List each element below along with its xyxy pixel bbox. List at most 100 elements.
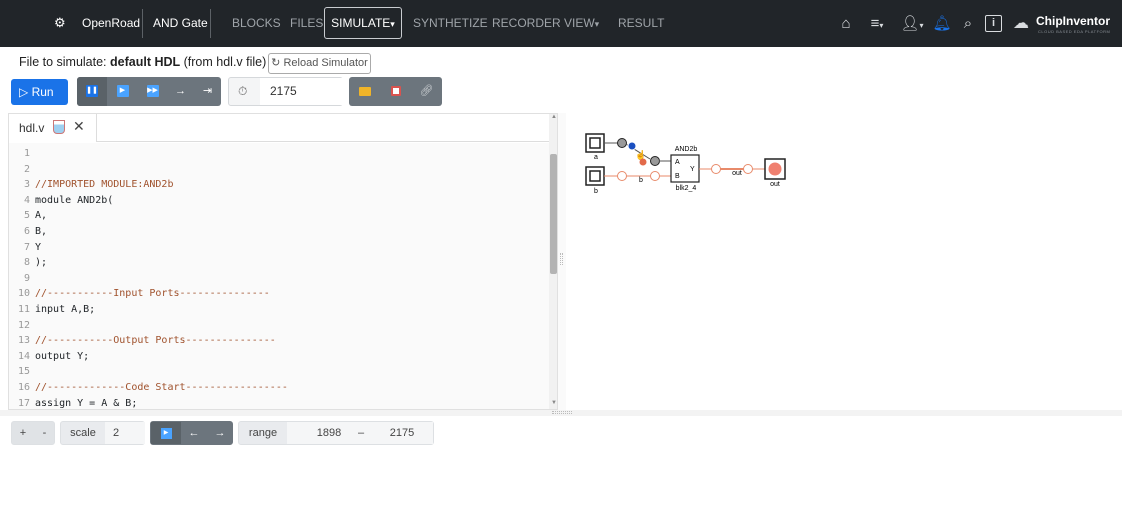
node-a[interactable] — [617, 138, 627, 148]
reload-simulator-button[interactable]: ↻ Reload Simulator — [268, 53, 371, 74]
node-a-gate[interactable] — [650, 156, 660, 166]
line-text: //-------------Code Start---------------… — [35, 382, 288, 393]
nav-divider — [142, 9, 143, 38]
play-icon: ▶ — [160, 427, 172, 439]
play-button[interactable]: ▶ — [108, 77, 137, 106]
range-end-input[interactable]: 2175 — [371, 422, 433, 444]
line-text: //-----------Input Ports--------------- — [35, 288, 270, 300]
open-button[interactable] — [349, 77, 380, 106]
code-content[interactable]: 1 2 3//IMPORTED MODULE:AND2b 4 module AND2b(… — [9, 143, 549, 409]
nav-recorder[interactable]: RECORDER — [492, 0, 561, 47]
line-number: 16 — [17, 382, 30, 393]
nav-project-name[interactable]: AND Gate — [153, 0, 208, 47]
code-line[interactable]: 4 module AND2b( — [9, 193, 549, 209]
wave-left-button[interactable]: ← — [181, 422, 207, 444]
gate-instance-name: blk2_4 — [676, 185, 697, 192]
code-editor: hdl.v ✕ 1 2 3//IMPORTED MODULE:AND2b 4 modul… — [8, 113, 558, 410]
line-text: input A,B; — [35, 304, 96, 315]
code-line[interactable]: 13 //-----------Output Ports-------------… — [9, 333, 549, 349]
chip-icon: ⚙ — [54, 15, 66, 30]
node-out-end[interactable] — [743, 164, 753, 174]
input-a-block[interactable] — [585, 133, 605, 153]
menu-icon[interactable]: ≡▾ — [864, 14, 890, 34]
node-out[interactable] — [711, 164, 721, 174]
nav-files[interactable]: FILES — [290, 0, 323, 47]
sim-controls: ❚❚ ▶ ▶▶ → ⇥ — [77, 77, 221, 106]
code-line[interactable]: 2 — [9, 162, 549, 178]
line-number: 17 — [17, 397, 30, 409]
line-number: 3 — [23, 179, 30, 191]
tab-hdl-v[interactable]: hdl.v ✕ — [9, 114, 97, 142]
nav-view[interactable]: VIEW▾ — [564, 0, 599, 47]
line-number: 13 — [17, 335, 30, 347]
nav-result[interactable]: RESULT — [618, 0, 664, 47]
wave-right-button[interactable]: → — [207, 422, 233, 444]
scale-input[interactable]: 2 — [105, 422, 145, 444]
input-a-label: a — [594, 154, 598, 161]
input-b-block[interactable] — [585, 166, 605, 186]
code-line[interactable]: 10 //-----------Input Ports--------------… — [9, 286, 549, 302]
drag-handle-icon[interactable] — [627, 141, 637, 151]
top-navbar: ⚙ OpenRoad AND Gate BLOCKS FILES SIMULAT… — [0, 0, 1122, 47]
scroll-up-icon[interactable]: ▲ — [551, 114, 557, 120]
step-end-button[interactable]: ⇥ — [194, 77, 221, 106]
nav-brand-openroad[interactable]: OpenRoad — [82, 0, 140, 47]
code-line[interactable]: 5 A, — [9, 208, 549, 224]
code-line[interactable]: 9 — [9, 271, 549, 287]
code-line[interactable]: 11 input A,B; — [9, 302, 549, 318]
caret-down-icon: ▾ — [390, 19, 395, 29]
nav-synthetize[interactable]: SYNTHETIZE — [413, 0, 488, 47]
link-button[interactable]: 🔗︎ — [411, 77, 442, 106]
circuit-canvas[interactable]: a ☝ b b AND2b A B Y blk2_4 out out — [566, 113, 1119, 410]
folder-icon — [358, 86, 371, 96]
scroll-down-icon[interactable]: ▼ — [551, 400, 557, 406]
nav-simulate[interactable]: SIMULATE▾ — [324, 7, 402, 39]
user-icon[interactable]: 👤︎▾ — [899, 14, 925, 34]
info-icon[interactable]: i — [985, 15, 1002, 32]
pause-button[interactable]: ❚❚ — [77, 77, 107, 106]
code-line[interactable]: 8); — [9, 255, 549, 271]
code-line[interactable]: 15 — [9, 364, 549, 380]
stopwatch-icon: ⏱ — [238, 84, 248, 98]
file-name: default HDL — [110, 55, 181, 69]
code-line[interactable]: 12 — [9, 318, 549, 334]
line-text: //IMPORTED MODULE:AND2b — [35, 179, 174, 191]
node-x-marker[interactable] — [639, 158, 647, 166]
tab-label: hdl.v — [19, 121, 45, 135]
code-line[interactable]: 14 output Y; — [9, 349, 549, 365]
code-line[interactable]: 1 — [9, 146, 549, 162]
line-number: 6 — [23, 226, 30, 237]
home-icon[interactable]: ⌂ — [836, 14, 856, 34]
nav-blocks[interactable]: BLOCKS — [232, 0, 281, 47]
grip-icon — [552, 411, 572, 414]
node-b[interactable] — [617, 171, 627, 181]
time-control: ⏱ 2175 — [228, 77, 343, 106]
editor-scrollbar[interactable]: ▲ ▼ — [549, 114, 557, 409]
save-button[interactable] — [380, 77, 411, 106]
output-led[interactable] — [764, 158, 786, 180]
code-line[interactable]: 16 //-------------Code Start-------------… — [9, 380, 549, 396]
file-controls: 🔗︎ — [349, 77, 442, 106]
zoom-out-button[interactable]: - — [34, 422, 55, 444]
gate-title: AND2b — [675, 146, 698, 153]
editor-scroll-thumb[interactable] — [550, 154, 557, 274]
run-button[interactable]: ▷ Run — [11, 79, 68, 105]
code-line[interactable]: 7Y — [9, 240, 549, 256]
scale-group: scale 2 — [60, 421, 145, 445]
fast-forward-button[interactable]: ▶▶ — [138, 77, 167, 106]
node-b-gate[interactable] — [650, 171, 660, 181]
search-icon[interactable]: ⌕ — [958, 14, 978, 34]
code-line[interactable]: 6 B, — [9, 224, 549, 240]
wave-play-button[interactable]: ▶ — [151, 422, 181, 444]
time-input[interactable]: 2175 — [260, 78, 343, 105]
code-line[interactable]: 17 assign Y = A & B; — [9, 396, 549, 409]
code-line[interactable]: 3 //IMPORTED MODULE:AND2b — [9, 177, 549, 193]
play-outline-icon: ▷ — [19, 85, 29, 99]
line-number: 4 — [23, 194, 30, 206]
step-button[interactable]: → — [168, 77, 193, 106]
bell-icon[interactable]: 🔔︎ — [932, 14, 952, 34]
zoom-in-button[interactable]: + — [12, 422, 34, 444]
close-tab-icon[interactable]: ✕ — [73, 118, 85, 135]
wave-nav-group: ▶ ← → — [150, 421, 233, 445]
vertical-splitter[interactable] — [558, 113, 566, 410]
